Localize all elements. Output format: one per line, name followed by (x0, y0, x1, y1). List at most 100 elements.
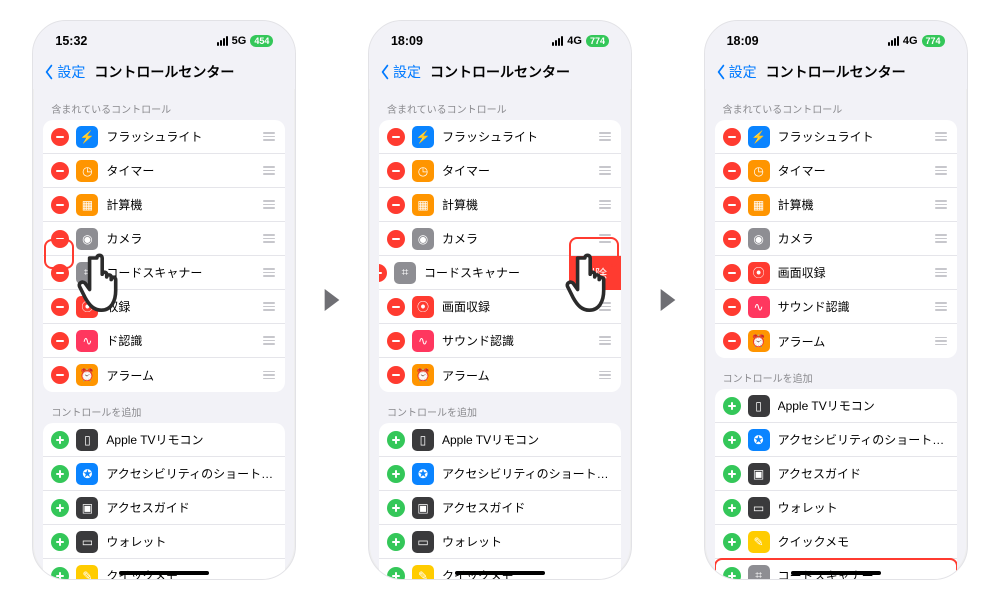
control-row[interactable]: ✪アクセシビリティのショートカット (43, 457, 285, 491)
control-row[interactable]: ∿サウンド認識 (715, 290, 957, 324)
remove-button[interactable] (387, 162, 405, 180)
reorder-grip-icon[interactable] (597, 336, 613, 345)
remove-button[interactable] (51, 264, 69, 282)
remove-button[interactable] (51, 128, 69, 146)
reorder-grip-icon[interactable] (261, 371, 277, 380)
remove-button[interactable] (387, 298, 405, 316)
reorder-grip-icon[interactable] (597, 302, 613, 311)
control-row[interactable]: ▦計算機 (379, 188, 621, 222)
add-button[interactable] (387, 431, 405, 449)
reorder-grip-icon[interactable] (261, 132, 277, 141)
remove-button[interactable] (723, 264, 741, 282)
back-button[interactable]: 設定 (715, 55, 757, 88)
control-row[interactable]: ▣アクセスガイド (379, 491, 621, 525)
control-row[interactable]: ◉カメラ (715, 222, 957, 256)
control-row[interactable]: ⦿画面収録 (379, 290, 621, 324)
remove-button[interactable] (723, 230, 741, 248)
control-row[interactable]: ▭ウォレット (715, 491, 957, 525)
control-row[interactable]: ✎クイックメモ (43, 559, 285, 579)
remove-button[interactable] (387, 332, 405, 350)
control-row[interactable]: ▯Apple TVリモコン (379, 423, 621, 457)
control-row[interactable]: ✪アクセシビリティのショートカット (379, 457, 621, 491)
reorder-grip-icon[interactable] (261, 336, 277, 345)
add-button[interactable] (723, 431, 741, 449)
remove-button[interactable] (387, 128, 405, 146)
remove-button[interactable] (51, 332, 69, 350)
add-button[interactable] (387, 465, 405, 483)
remove-button[interactable] (51, 298, 69, 316)
reorder-grip-icon[interactable] (933, 234, 949, 243)
add-button[interactable] (723, 499, 741, 517)
remove-button[interactable] (51, 162, 69, 180)
add-button[interactable] (723, 567, 741, 580)
control-row[interactable]: ◷タイマー (715, 154, 957, 188)
reorder-grip-icon[interactable] (261, 268, 277, 277)
remove-button[interactable] (723, 332, 741, 350)
reorder-grip-icon[interactable] (597, 234, 613, 243)
remove-button[interactable] (51, 230, 69, 248)
control-row[interactable]: ∿ド認識 (43, 324, 285, 358)
reorder-grip-icon[interactable] (933, 337, 949, 346)
add-button[interactable] (387, 533, 405, 551)
reorder-grip-icon[interactable] (597, 166, 613, 175)
add-button[interactable] (723, 533, 741, 551)
control-row[interactable]: ▣アクセスガイド (43, 491, 285, 525)
control-row[interactable]: ⏰アラーム (43, 358, 285, 392)
add-button[interactable] (51, 465, 69, 483)
remove-button[interactable] (723, 162, 741, 180)
control-row[interactable]: ▦計算機 (715, 188, 957, 222)
add-button[interactable] (387, 499, 405, 517)
control-row[interactable]: ✎クイックメモ (715, 525, 957, 559)
control-row[interactable]: ⌗コードスキャナー (43, 256, 285, 290)
control-row[interactable]: ⚡フラッシュライト (715, 120, 957, 154)
control-row[interactable]: ⌗コードスキャナー削除 (379, 256, 621, 290)
add-button[interactable] (51, 499, 69, 517)
remove-button[interactable] (387, 196, 405, 214)
control-row[interactable]: ✎クイックメモ (379, 559, 621, 579)
reorder-grip-icon[interactable] (597, 200, 613, 209)
reorder-grip-icon[interactable] (933, 268, 949, 277)
control-row[interactable]: ◉カメラ (379, 222, 621, 256)
reorder-grip-icon[interactable] (597, 132, 613, 141)
control-row[interactable]: ▣アクセスガイド (715, 457, 957, 491)
control-row[interactable]: ⚡フラッシュライト (379, 120, 621, 154)
reorder-grip-icon[interactable] (261, 234, 277, 243)
add-button[interactable] (51, 533, 69, 551)
delete-button[interactable]: 削除 (569, 256, 621, 290)
reorder-grip-icon[interactable] (261, 302, 277, 311)
remove-button[interactable] (51, 196, 69, 214)
control-row[interactable]: ▯Apple TVリモコン (715, 389, 957, 423)
add-button[interactable] (387, 567, 405, 580)
control-row[interactable]: ▦計算機 (43, 188, 285, 222)
reorder-grip-icon[interactable] (261, 200, 277, 209)
control-row[interactable]: ∿サウンド認識 (379, 324, 621, 358)
remove-button[interactable] (723, 196, 741, 214)
reorder-grip-icon[interactable] (933, 200, 949, 209)
remove-button[interactable] (379, 264, 387, 282)
control-row[interactable]: ⏰アラーム (379, 358, 621, 392)
control-row[interactable]: ◷タイマー (43, 154, 285, 188)
reorder-grip-icon[interactable] (261, 166, 277, 175)
remove-button[interactable] (387, 230, 405, 248)
reorder-grip-icon[interactable] (933, 166, 949, 175)
remove-button[interactable] (723, 128, 741, 146)
add-button[interactable] (51, 567, 69, 580)
control-row[interactable]: ◉カメラ (43, 222, 285, 256)
control-row[interactable]: ⌗コードスキャナー (715, 559, 957, 579)
remove-button[interactable] (51, 366, 69, 384)
control-row[interactable]: ⚡フラッシュライト (43, 120, 285, 154)
add-button[interactable] (723, 465, 741, 483)
reorder-grip-icon[interactable] (933, 132, 949, 141)
scroll-area[interactable]: 含まれているコントロール ⚡フラッシュライト◷タイマー▦計算機◉カメラ⦿画面収録… (705, 89, 967, 579)
control-row[interactable]: ◷タイマー (379, 154, 621, 188)
add-button[interactable] (51, 431, 69, 449)
remove-button[interactable] (387, 366, 405, 384)
add-button[interactable] (723, 397, 741, 415)
control-row[interactable]: ▯Apple TVリモコン (43, 423, 285, 457)
remove-button[interactable] (723, 298, 741, 316)
back-button[interactable]: 設定 (379, 55, 421, 88)
scroll-area[interactable]: 含まれているコントロール ⚡フラッシュライト◷タイマー▦計算機◉カメラ⌗コードス… (33, 89, 295, 579)
control-row[interactable]: ⏰アラーム (715, 324, 957, 358)
scroll-area[interactable]: 含まれているコントロール ⚡フラッシュライト◷タイマー▦計算機◉カメラ⌗コードス… (369, 89, 631, 579)
control-row[interactable]: ⦿収録 (43, 290, 285, 324)
